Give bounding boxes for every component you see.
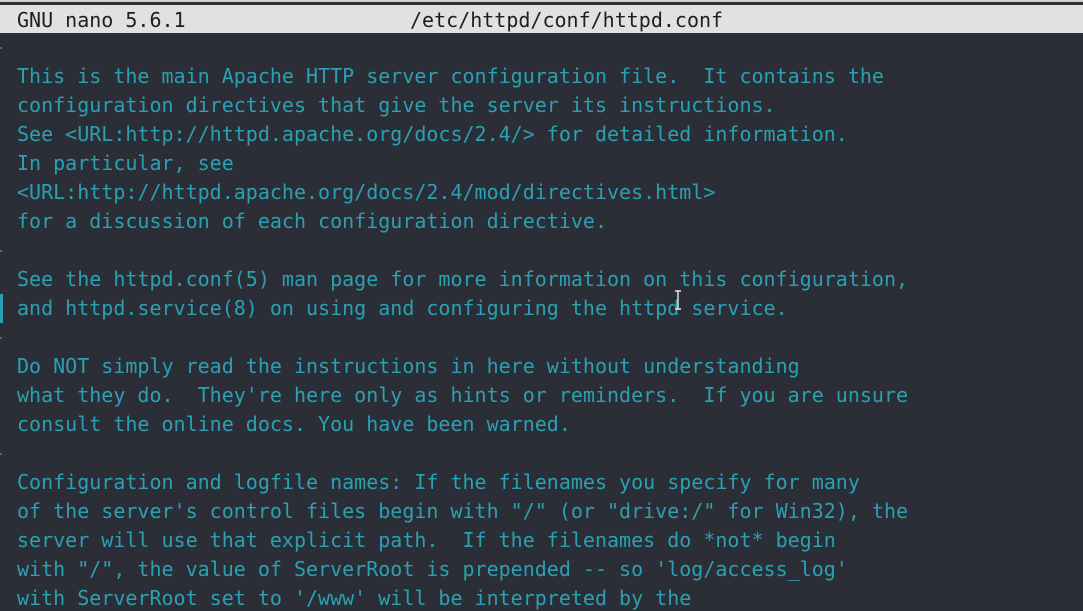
line-marker [0, 207, 3, 236]
line-text: configuration directives that give the s… [17, 93, 776, 117]
line-text: See <URL:http://httpd.apache.org/docs/2.… [17, 122, 848, 146]
line-marker [0, 468, 3, 497]
line-marker [0, 62, 3, 91]
line-text: This is the main Apache HTTP server conf… [17, 64, 884, 88]
line-text: Do NOT simply read the instructions in h… [17, 354, 800, 378]
line-marker [0, 91, 3, 120]
line-marker [0, 323, 3, 352]
line-marker [0, 149, 3, 178]
buffer-line[interactable]: configuration directives that give the s… [0, 91, 1083, 120]
line-text: and httpd.service(8) on using and config… [17, 296, 788, 320]
line-text: server will use that explicit path. If t… [17, 528, 836, 552]
buffer-line[interactable] [0, 439, 1083, 468]
text-ibeam-cursor-icon [674, 290, 682, 310]
buffer-line[interactable]: for a discussion of each configuration d… [0, 207, 1083, 236]
editor-buffer[interactable]: This is the main Apache HTTP server conf… [0, 33, 1083, 611]
line-marker [0, 526, 3, 555]
line-marker [0, 352, 3, 381]
line-text: with ServerRoot set to '/www' will be in… [17, 586, 692, 610]
line-text: Configuration and logfile names: If the … [17, 470, 860, 494]
text-cursor [0, 294, 3, 323]
buffer-line[interactable]: consult the online docs. You have been w… [0, 410, 1083, 439]
buffer-line[interactable]: and httpd.service(8) on using and config… [0, 294, 1083, 323]
buffer-line[interactable]: See <URL:http://httpd.apache.org/docs/2.… [0, 120, 1083, 149]
line-marker [0, 555, 3, 584]
line-marker [0, 120, 3, 149]
buffer-line[interactable]: what they do. They're here only as hints… [0, 381, 1083, 410]
editor-version: GNU nano 5.6.1 [17, 8, 186, 32]
line-text: consult the online docs. You have been w… [17, 412, 571, 436]
file-path: /etc/httpd/conf/httpd.conf [410, 8, 724, 32]
title-bar-border [0, 0, 1083, 2]
line-marker [0, 236, 3, 265]
line-marker [0, 497, 3, 526]
line-text: See the httpd.conf(5) man page for more … [17, 267, 909, 291]
line-marker [0, 439, 3, 468]
terminal-window[interactable]: GNU nano 5.6.1 /etc/httpd/conf/httpd.con… [0, 0, 1083, 611]
buffer-line[interactable]: of the server's control files begin with… [0, 497, 1083, 526]
buffer-line[interactable] [0, 236, 1083, 265]
line-marker [0, 33, 3, 62]
line-text: what they do. They're here only as hints… [17, 383, 909, 407]
buffer-line[interactable]: In particular, see [0, 149, 1083, 178]
line-marker [0, 584, 3, 611]
buffer-line[interactable]: Do NOT simply read the instructions in h… [0, 352, 1083, 381]
line-text: <URL:http://httpd.apache.org/docs/2.4/mo… [17, 180, 716, 204]
line-text: with "/", the value of ServerRoot is pre… [17, 557, 848, 581]
buffer-line[interactable] [0, 323, 1083, 352]
line-marker [0, 178, 3, 207]
nano-title-bar: GNU nano 5.6.1 /etc/httpd/conf/httpd.con… [0, 0, 1083, 33]
buffer-line[interactable]: This is the main Apache HTTP server conf… [0, 62, 1083, 91]
line-marker [0, 381, 3, 410]
buffer-line[interactable]: server will use that explicit path. If t… [0, 526, 1083, 555]
buffer-line[interactable]: See the httpd.conf(5) man page for more … [0, 265, 1083, 294]
buffer-line[interactable]: Configuration and logfile names: If the … [0, 468, 1083, 497]
buffer-line[interactable] [0, 33, 1083, 62]
line-marker [0, 265, 3, 294]
line-text: of the server's control files begin with… [17, 499, 909, 523]
line-marker [0, 410, 3, 439]
line-text: for a discussion of each configuration d… [17, 209, 608, 233]
buffer-line[interactable]: with "/", the value of ServerRoot is pre… [0, 555, 1083, 584]
buffer-line[interactable]: <URL:http://httpd.apache.org/docs/2.4/mo… [0, 178, 1083, 207]
line-text: In particular, see [17, 151, 234, 175]
buffer-line[interactable]: with ServerRoot set to '/www' will be in… [0, 584, 1083, 611]
